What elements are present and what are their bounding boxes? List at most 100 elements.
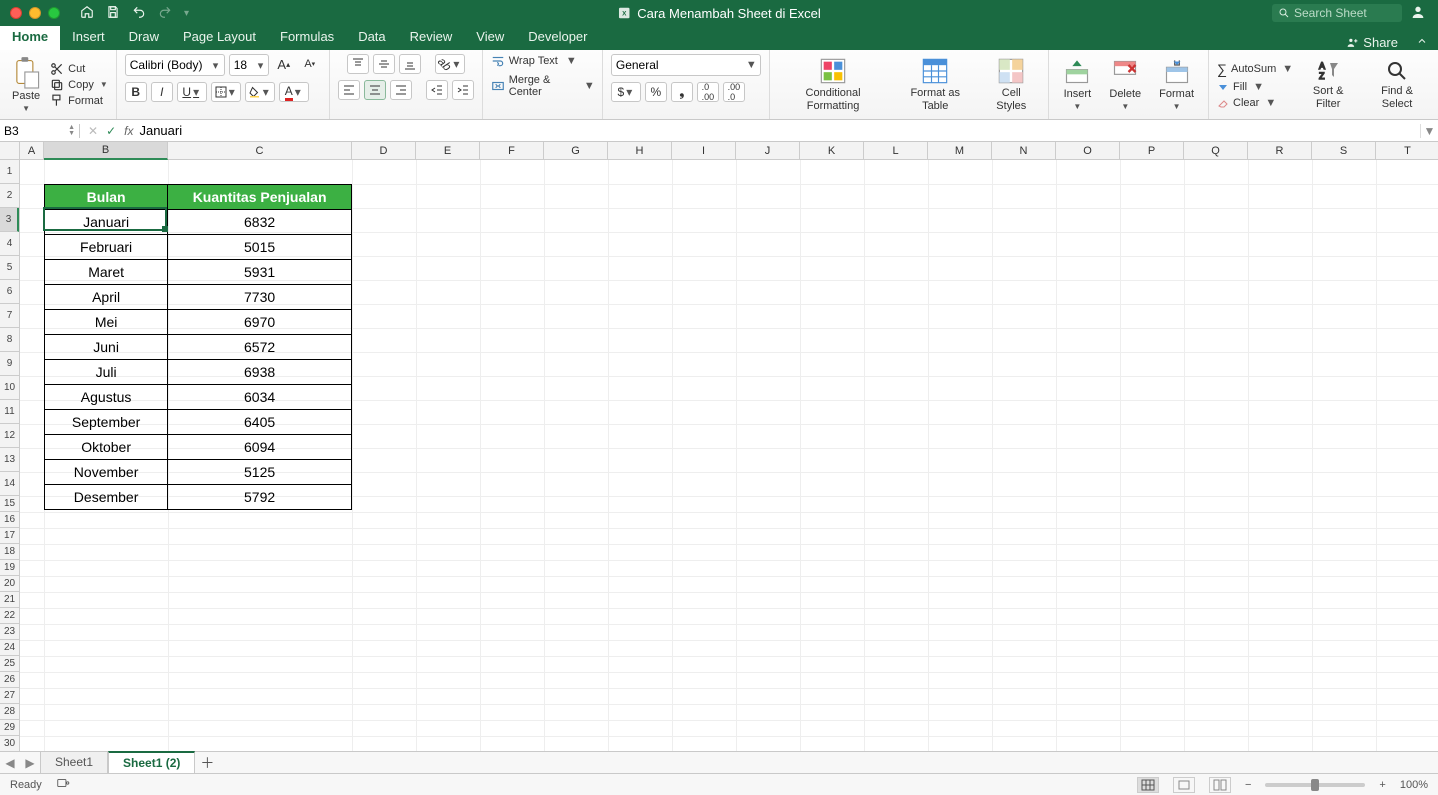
table-cell[interactable]: 5931 [168, 260, 351, 284]
fill-color-button[interactable]: ▾ [245, 82, 275, 102]
table-cell[interactable]: 5125 [168, 460, 351, 484]
home-icon[interactable] [80, 5, 94, 22]
zoom-slider[interactable] [1265, 783, 1365, 787]
table-cell[interactable]: 6572 [168, 335, 351, 359]
column-header[interactable]: L [864, 142, 928, 159]
row-header[interactable]: 29 [0, 720, 19, 736]
table-cell[interactable]: 6034 [168, 385, 351, 409]
sheet-nav-next-icon[interactable]: ▶ [20, 756, 40, 770]
row-header[interactable]: 15 [0, 496, 19, 512]
zoom-out-button[interactable]: − [1245, 779, 1251, 791]
align-middle-button[interactable] [373, 54, 395, 74]
find-select-button[interactable]: Find & Select [1364, 59, 1430, 109]
format-as-table-button[interactable]: Format as Table [894, 57, 976, 111]
table-cell[interactable]: Oktober [45, 435, 168, 459]
column-header[interactable]: F [480, 142, 544, 159]
ribbon-tab-page-layout[interactable]: Page Layout [171, 25, 268, 50]
column-header[interactable]: S [1312, 142, 1376, 159]
row-header[interactable]: 12 [0, 424, 19, 448]
increase-font-button[interactable]: A▴ [273, 54, 295, 74]
row-header[interactable]: 9 [0, 352, 19, 376]
table-cell[interactable]: Mei [45, 310, 168, 334]
ribbon-tab-insert[interactable]: Insert [60, 25, 117, 50]
user-icon[interactable] [1410, 4, 1426, 23]
page-break-view-button[interactable] [1209, 777, 1231, 793]
column-header[interactable]: D [352, 142, 416, 159]
column-header[interactable]: H [608, 142, 672, 159]
row-header[interactable]: 5 [0, 256, 19, 280]
ribbon-tab-data[interactable]: Data [346, 25, 397, 50]
row-header[interactable]: 25 [0, 656, 19, 672]
fx-icon[interactable]: fx [124, 124, 133, 138]
table-cell[interactable]: November [45, 460, 168, 484]
font-size-input[interactable] [234, 58, 254, 72]
font-color-button[interactable]: A▾ [279, 82, 309, 102]
conditional-formatting-button[interactable]: Conditional Formatting [778, 57, 888, 111]
search-sheet-input[interactable] [1294, 6, 1396, 20]
row-header[interactable]: 6 [0, 280, 19, 304]
decrease-indent-button[interactable] [426, 80, 448, 100]
delete-cells-button[interactable]: Delete ▼ [1103, 58, 1147, 111]
clear-button[interactable]: Clear▼ [1217, 97, 1292, 109]
sheet-nav-prev-icon[interactable]: ◀ [0, 756, 20, 770]
ribbon-tab-home[interactable]: Home [0, 25, 60, 50]
table-cell[interactable]: Februari [45, 235, 168, 259]
sort-filter-button[interactable]: AZ Sort & Filter [1298, 59, 1358, 109]
name-box[interactable]: ▲▼ [0, 124, 80, 138]
align-left-button[interactable] [338, 80, 360, 100]
row-header[interactable]: 17 [0, 528, 19, 544]
comma-button[interactable]: ❟ [671, 82, 693, 102]
row-header[interactable]: 13 [0, 448, 19, 472]
column-header[interactable]: I [672, 142, 736, 159]
table-cell[interactable]: 7730 [168, 285, 351, 309]
number-format-combo[interactable]: ▼ [611, 54, 761, 76]
font-name-combo[interactable]: ▾ [125, 54, 225, 76]
column-header[interactable]: M [928, 142, 992, 159]
enter-formula-icon[interactable]: ✓ [106, 124, 116, 138]
row-header[interactable]: 16 [0, 512, 19, 528]
undo-icon[interactable] [132, 5, 146, 22]
row-header[interactable]: 14 [0, 472, 19, 496]
ribbon-tab-developer[interactable]: Developer [516, 25, 599, 50]
normal-view-button[interactable] [1137, 777, 1159, 793]
align-right-button[interactable] [390, 80, 412, 100]
font-size-combo[interactable]: ▾ [229, 54, 269, 76]
column-header[interactable]: G [544, 142, 608, 159]
autosum-button[interactable]: ∑AutoSum▼ [1217, 61, 1292, 77]
name-box-input[interactable] [4, 124, 54, 138]
table-cell[interactable]: September [45, 410, 168, 434]
column-header[interactable]: O [1056, 142, 1120, 159]
save-icon[interactable] [106, 5, 120, 22]
column-header[interactable]: Q [1184, 142, 1248, 159]
table-cell[interactable]: 6405 [168, 410, 351, 434]
table-cell[interactable]: 5792 [168, 485, 351, 509]
sheet-tab[interactable]: Sheet1 (2) [108, 751, 195, 773]
table-cell[interactable]: 5015 [168, 235, 351, 259]
currency-button[interactable]: $▾ [611, 82, 641, 102]
column-header[interactable]: J [736, 142, 800, 159]
row-header[interactable]: 2 [0, 184, 19, 208]
font-name-input[interactable] [130, 58, 207, 72]
percent-button[interactable]: % [645, 82, 667, 102]
insert-cells-button[interactable]: Insert ▼ [1057, 58, 1097, 111]
cancel-formula-icon[interactable]: ✕ [88, 124, 98, 138]
row-header[interactable]: 10 [0, 376, 19, 400]
row-header[interactable]: 3 [0, 208, 19, 232]
decrease-font-button[interactable]: A▾ [299, 54, 321, 74]
macro-record-icon[interactable] [56, 776, 70, 793]
cut-button[interactable]: Cut [50, 62, 108, 76]
ribbon-tab-view[interactable]: View [464, 25, 516, 50]
row-header[interactable]: 8 [0, 328, 19, 352]
table-cell[interactable]: April [45, 285, 168, 309]
row-header[interactable]: 30 [0, 736, 19, 751]
column-header[interactable]: R [1248, 142, 1312, 159]
row-header[interactable]: 20 [0, 576, 19, 592]
table-cell[interactable]: 6938 [168, 360, 351, 384]
table-cell[interactable]: Juli [45, 360, 168, 384]
row-header[interactable]: 24 [0, 640, 19, 656]
column-header[interactable]: T [1376, 142, 1438, 159]
window-minimize-button[interactable] [29, 7, 41, 19]
column-header[interactable]: A [20, 142, 44, 159]
column-header[interactable]: E [416, 142, 480, 159]
row-header[interactable]: 27 [0, 688, 19, 704]
